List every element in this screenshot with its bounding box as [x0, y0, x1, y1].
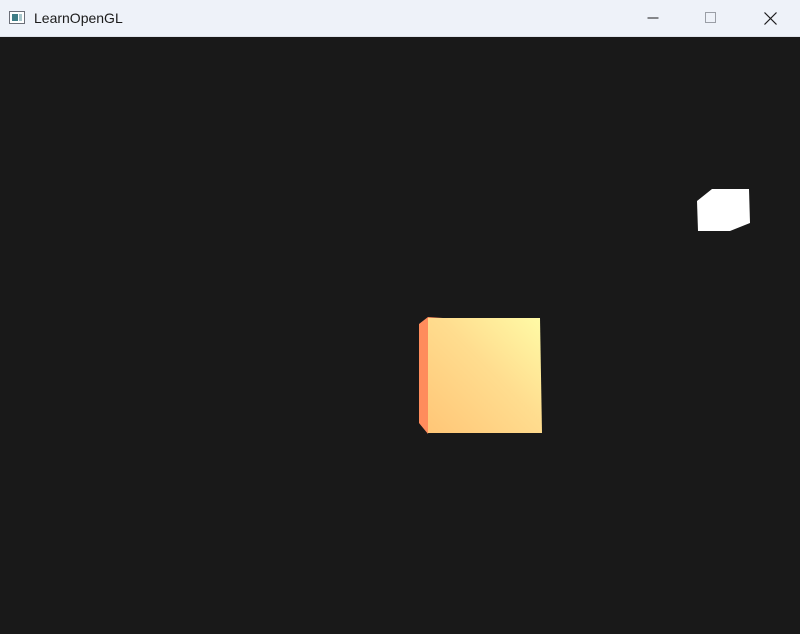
maximize-icon — [705, 12, 716, 23]
close-button[interactable] — [740, 0, 800, 36]
app-window: LearnOpenGL — [0, 0, 800, 634]
maximize-button[interactable] — [682, 0, 740, 36]
minimize-button[interactable] — [624, 0, 682, 36]
title-bar[interactable]: LearnOpenGL — [0, 0, 800, 37]
app-window-icon — [9, 11, 25, 24]
window-title: LearnOpenGL — [34, 10, 123, 26]
light-source-cube — [697, 189, 750, 231]
minimize-icon — [647, 17, 659, 19]
opengl-viewport[interactable] — [0, 37, 800, 634]
cube-front-face — [428, 318, 542, 433]
scene-canvas — [419, 189, 750, 434]
close-icon — [763, 11, 777, 25]
